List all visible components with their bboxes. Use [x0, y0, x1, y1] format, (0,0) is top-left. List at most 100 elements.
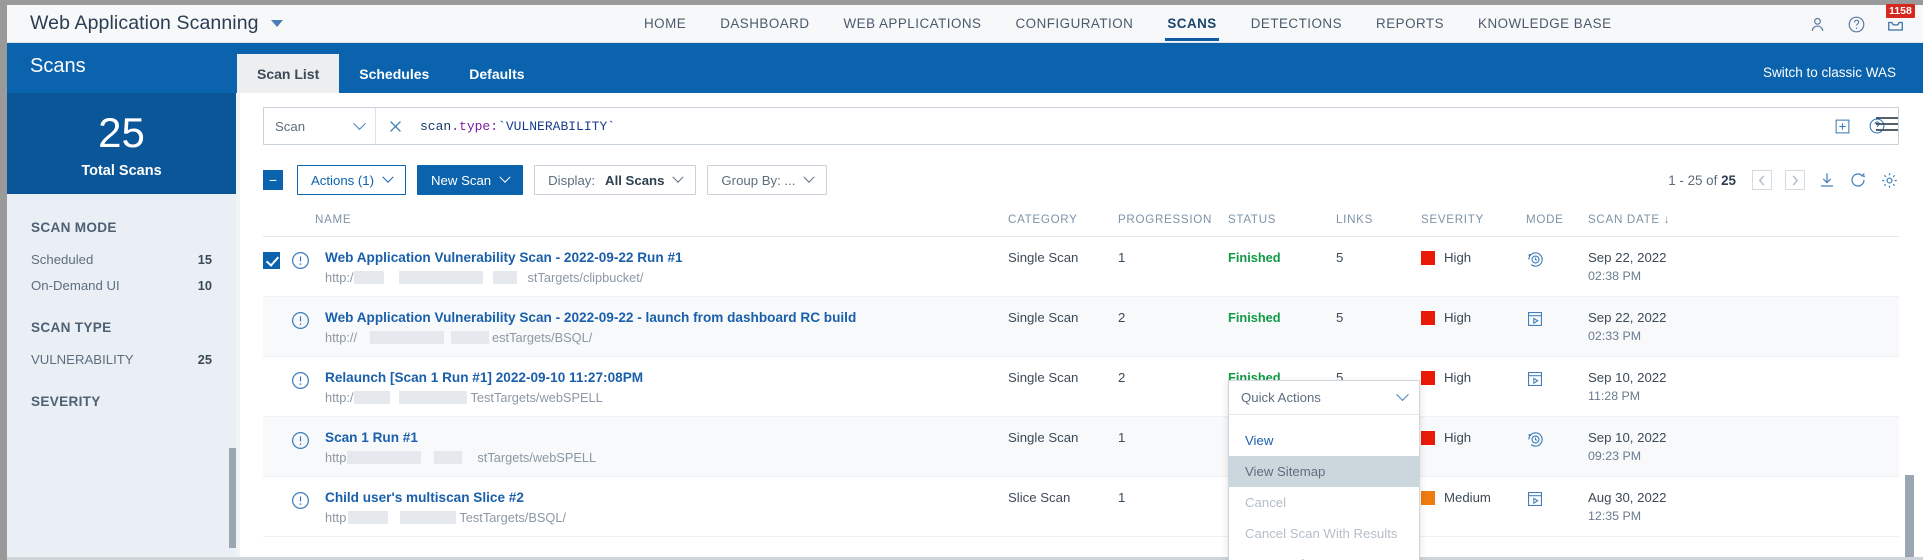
table-row[interactable]: Child user's multiscan Slice #2 http Tes… — [263, 477, 1899, 537]
facet-scheduled[interactable]: Scheduled 15 — [31, 252, 212, 267]
group-by-button[interactable]: Group By: ... — [707, 165, 828, 195]
nav-item-detections[interactable]: DETECTIONS — [1234, 5, 1359, 43]
nav-item-web-applications[interactable]: WEB APPLICATIONS — [827, 5, 999, 43]
row-checkbox[interactable] — [263, 492, 280, 509]
global-top-navigation: Web Application Scanning HOME DASHBOARD … — [7, 3, 1923, 43]
nav-item-reports[interactable]: REPORTS — [1359, 5, 1461, 43]
cell-name: Scan 1 Run #1 http stTargets/webSPELL — [263, 430, 1008, 465]
row-checkbox[interactable] — [263, 252, 280, 269]
scheduled-clock-icon — [1526, 252, 1545, 272]
gear-icon[interactable] — [1880, 171, 1899, 190]
query-token-value: `VULNERABILITY` — [498, 118, 616, 134]
table-scrollbar-thumb[interactable] — [1905, 475, 1914, 560]
tab-defaults[interactable]: Defaults — [449, 54, 544, 93]
table-row[interactable]: Scan 1 Run #1 http stTargets/webSPELL Si… — [263, 417, 1899, 477]
inbox-icon[interactable]: 1158 — [1886, 3, 1915, 34]
sidebar-scrollbar[interactable] — [229, 448, 236, 548]
column-header-name[interactable]: NAME — [263, 213, 1008, 226]
cell-category: Single Scan — [1008, 370, 1079, 385]
facet-vulnerability-label: VULNERABILITY — [31, 352, 134, 367]
cell-name: Web Application Vulnerability Scan - 202… — [263, 250, 1008, 285]
add-box-icon[interactable] — [1834, 118, 1851, 135]
scan-name-link[interactable]: Web Application Vulnerability Scan - 202… — [325, 250, 683, 265]
url-prefix: http:// — [325, 330, 358, 345]
previous-page-button[interactable] — [1752, 170, 1772, 190]
table-row[interactable]: Relaunch [Scan 1 Run #1] 2022-09-10 11:2… — [263, 357, 1899, 417]
facet-on-demand-ui[interactable]: On-Demand UI 10 — [31, 278, 212, 293]
scan-target-url: http stTargets/webSPELL — [325, 450, 596, 465]
quick-action-scan-again[interactable]: Scan Again — [1229, 549, 1419, 560]
scheduled-clock-icon — [1526, 432, 1545, 452]
next-page-button[interactable] — [1785, 170, 1805, 190]
nav-item-knowledge-base[interactable]: KNOWLEDGE BASE — [1461, 5, 1629, 43]
app-switcher[interactable]: Web Application Scanning — [7, 12, 283, 35]
cell-scan-date: Sep 22, 2022 02:33 PM — [1588, 310, 1718, 343]
cell-mode — [1526, 490, 1588, 511]
scan-name-link[interactable]: Scan 1 Run #1 — [325, 430, 418, 445]
minus-square-icon[interactable]: − — [263, 170, 283, 190]
app-title: Web Application Scanning — [30, 12, 259, 34]
alert-circle-icon — [290, 490, 314, 514]
column-header-mode[interactable]: MODE — [1526, 213, 1588, 226]
column-header-status[interactable]: STATUS — [1228, 213, 1336, 226]
severity-color-swatch — [1421, 250, 1435, 265]
column-header-scan-date[interactable]: SCAN DATE ↓ — [1588, 213, 1718, 226]
column-header-links[interactable]: LINKS — [1336, 213, 1421, 226]
redacted-block — [348, 511, 389, 524]
quick-actions-header[interactable]: Quick Actions — [1229, 381, 1419, 415]
quick-action-view-sitemap[interactable]: View Sitemap — [1229, 456, 1419, 487]
nav-item-scans[interactable]: SCANS — [1150, 5, 1233, 43]
column-header-category[interactable]: CATEGORY — [1008, 213, 1118, 226]
column-header-progression[interactable]: PROGRESSION — [1118, 213, 1228, 226]
search-scope-select[interactable]: Scan — [264, 108, 376, 144]
search-input[interactable]: scan.type:`VULNERABILITY` — [414, 119, 1834, 134]
tab-scan-list[interactable]: Scan List — [237, 54, 340, 93]
new-scan-button-label: New Scan — [431, 172, 492, 188]
user-icon[interactable] — [1808, 15, 1827, 34]
table-header-row: NAME CATEGORY PROGRESSION STATUS LINKS S… — [263, 213, 1899, 237]
cell-name: Relaunch [Scan 1 Run #1] 2022-09-10 11:2… — [263, 370, 1008, 405]
chevron-down-icon — [353, 116, 366, 130]
help-circle-icon[interactable] — [1847, 15, 1866, 34]
switch-to-classic-was-link[interactable]: Switch to classic WAS — [1763, 65, 1896, 80]
nav-item-configuration[interactable]: CONFIGURATION — [999, 5, 1151, 43]
chevron-down-icon[interactable] — [270, 20, 283, 27]
refresh-icon[interactable] — [1849, 171, 1867, 189]
hamburger-menu-icon[interactable] — [1875, 115, 1899, 138]
facet-vulnerability[interactable]: VULNERABILITY 25 — [31, 352, 212, 367]
redacted-block — [434, 451, 463, 464]
row-checkbox[interactable] — [263, 372, 280, 389]
url-prefix: http:/ — [325, 270, 354, 285]
new-scan-button[interactable]: New Scan — [417, 165, 524, 195]
cell-status: Finished — [1228, 250, 1336, 265]
column-header-severity[interactable]: SEVERITY — [1421, 213, 1526, 226]
row-checkbox[interactable] — [263, 312, 280, 329]
display-filter-button[interactable]: Display: All Scans — [534, 165, 697, 195]
scan-name-link[interactable]: Child user's multiscan Slice #2 — [325, 490, 524, 505]
pagination-controls: 1 - 25 of 25 — [1668, 165, 1899, 195]
table-scrollbar[interactable] — [1905, 475, 1914, 560]
nav-item-dashboard[interactable]: DASHBOARD — [703, 5, 826, 43]
page-body: 25 Total Scans SCAN MODE Scheduled 15 On… — [7, 93, 1923, 560]
scan-name-link[interactable]: Relaunch [Scan 1 Run #1] 2022-09-10 11:2… — [325, 370, 643, 385]
alert-circle-icon — [290, 310, 314, 334]
cell-scan-date: Sep 22, 2022 02:38 PM — [1588, 250, 1718, 283]
search-bar-container: Scan scan.type:`VULNERABILITY` — [240, 93, 1923, 145]
clear-search-button[interactable] — [376, 118, 414, 135]
on-demand-window-icon — [1526, 312, 1544, 331]
facet-filters: SCAN MODE Scheduled 15 On-Demand UI 10 S… — [7, 194, 236, 560]
nav-item-home[interactable]: HOME — [627, 5, 703, 43]
quick-action-view[interactable]: View — [1229, 425, 1419, 456]
table-row[interactable]: Web Application Vulnerability Scan - 202… — [263, 237, 1899, 297]
quick-action-cancel-scan-with-results: Cancel Scan With Results — [1245, 526, 1398, 541]
download-icon[interactable] — [1818, 171, 1836, 189]
redacted-block — [354, 271, 385, 284]
cell-severity: High — [1421, 310, 1526, 325]
table-row[interactable]: Web Application Vulnerability Scan - 202… — [263, 297, 1899, 357]
cell-scan-date: Sep 10, 2022 09:23 PM — [1588, 430, 1718, 463]
row-checkbox[interactable] — [263, 432, 280, 449]
scan-name-link[interactable]: Web Application Vulnerability Scan - 202… — [325, 310, 856, 325]
tab-schedules[interactable]: Schedules — [339, 54, 449, 93]
actions-button[interactable]: Actions (1) — [297, 165, 407, 195]
scan-target-url: http:/ TestTargets/webSPELL — [325, 390, 643, 405]
